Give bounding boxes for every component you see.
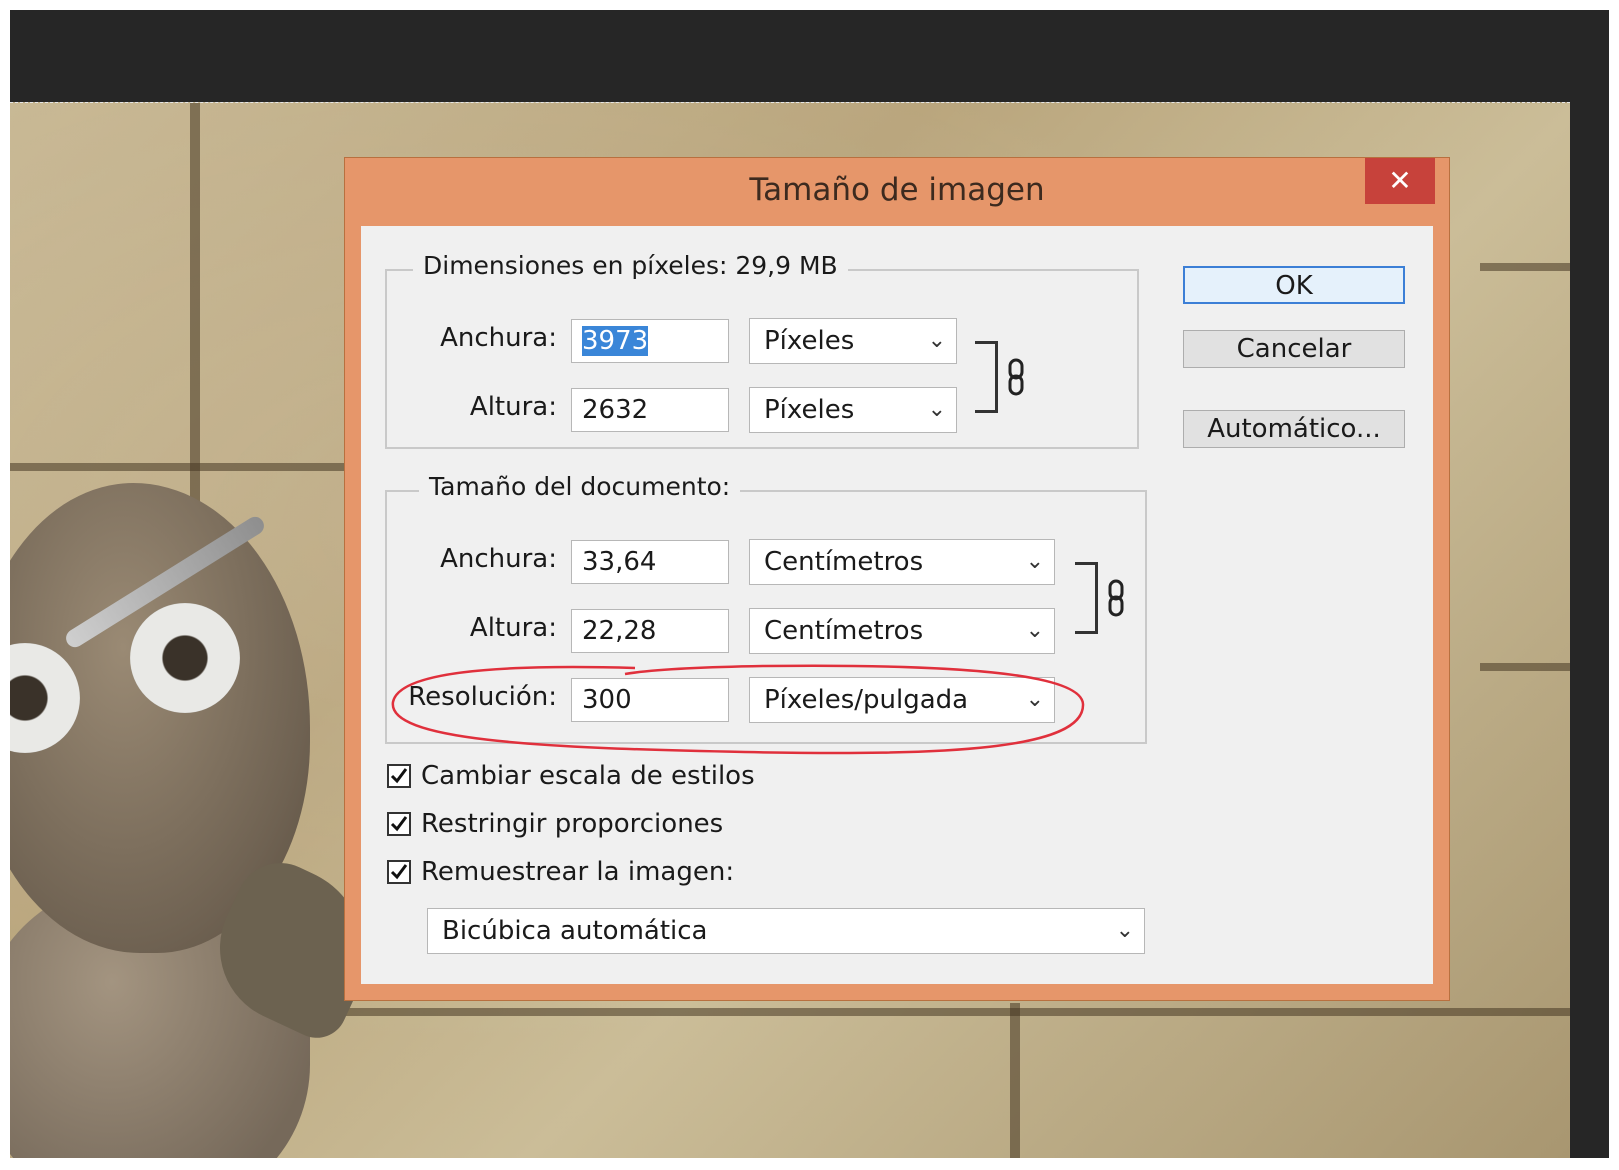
chevron-down-icon: ⌄ xyxy=(1025,687,1044,712)
proportion-link-bracket xyxy=(975,341,998,413)
scale-styles-checkbox[interactable]: Cambiar escala de estilos xyxy=(387,761,755,791)
constrain-proportions-checkbox[interactable]: Restringir proporciones xyxy=(387,809,723,839)
chevron-down-icon: ⌄ xyxy=(1025,618,1044,643)
pixel-dimensions-legend: Dimensiones en píxeles: 29,9 MB xyxy=(413,251,848,280)
resolution-input[interactable]: 300 xyxy=(571,678,729,722)
constrain-proportions-label: Restringir proporciones xyxy=(421,809,724,839)
checkbox-box xyxy=(387,812,411,836)
pixel-height-unit-select[interactable]: Píxeles ⌄ xyxy=(749,387,957,433)
stone-joint xyxy=(310,1008,1570,1016)
checkmark-icon xyxy=(390,768,408,784)
doc-height-value: 22,28 xyxy=(582,616,657,646)
chevron-down-icon: ⌄ xyxy=(927,397,946,422)
scale-styles-label: Cambiar escala de estilos xyxy=(421,761,755,791)
close-button[interactable]: ✕ xyxy=(1365,158,1435,204)
doc-height-label: Altura: xyxy=(469,613,557,643)
auto-button[interactable]: Automático... xyxy=(1183,410,1405,448)
chevron-down-icon: ⌄ xyxy=(1115,918,1134,943)
chain-link-icon xyxy=(1108,579,1124,617)
resolution-label: Resolución: xyxy=(408,682,557,712)
pixel-width-value: 3973 xyxy=(582,326,649,356)
chevron-down-icon: ⌄ xyxy=(927,328,946,353)
resample-method-select[interactable]: Bicúbica automática ⌄ xyxy=(427,908,1145,954)
stone-joint xyxy=(1480,263,1570,271)
pixel-width-input[interactable]: 3973 xyxy=(571,319,729,363)
resolution-value: 300 xyxy=(582,685,632,715)
document-size-legend: Tamaño del documento: xyxy=(419,472,741,501)
resolution-unit-select[interactable]: Píxeles/pulgada ⌄ xyxy=(749,677,1055,723)
stone-joint xyxy=(10,463,350,471)
resolution-unit: Píxeles/pulgada xyxy=(764,685,969,715)
owl-eye-right xyxy=(130,603,240,713)
document-size-group: Tamaño del documento: Anchura: 33,64 Cen… xyxy=(385,472,1147,744)
pixel-dimensions-group: Dimensiones en píxeles: 29,9 MB Anchura:… xyxy=(385,251,1139,449)
doc-height-unit: Centímetros xyxy=(764,616,924,646)
dialog-body: Dimensiones en píxeles: 29,9 MB Anchura:… xyxy=(361,226,1433,984)
dialog-title: Tamaño de imagen xyxy=(749,172,1045,208)
image-size-dialog: Tamaño de imagen ✕ Dimensiones en píxele… xyxy=(345,158,1449,1000)
pixel-width-unit: Píxeles xyxy=(764,326,855,356)
doc-width-unit-select[interactable]: Centímetros ⌄ xyxy=(749,539,1055,585)
chain-link-icon xyxy=(1008,358,1024,396)
ok-button[interactable]: OK xyxy=(1183,266,1405,304)
chevron-down-icon: ⌄ xyxy=(1025,549,1044,574)
stone-joint xyxy=(1480,663,1570,671)
doc-width-unit: Centímetros xyxy=(764,547,924,577)
pixel-height-value: 2632 xyxy=(582,395,649,425)
resample-label: Remuestrear la imagen: xyxy=(421,857,735,887)
doc-height-unit-select[interactable]: Centímetros ⌄ xyxy=(749,608,1055,654)
doc-width-label: Anchura: xyxy=(440,544,557,574)
doc-width-value: 33,64 xyxy=(582,547,657,577)
checkbox-box xyxy=(387,764,411,788)
pixel-height-unit: Píxeles xyxy=(764,395,855,425)
checkmark-icon xyxy=(390,816,408,832)
pixel-height-label: Altura: xyxy=(469,392,557,422)
stone-joint xyxy=(1010,1003,1020,1158)
resample-checkbox[interactable]: Remuestrear la imagen: xyxy=(387,857,734,887)
cancel-button[interactable]: Cancelar xyxy=(1183,330,1405,368)
pixel-height-input[interactable]: 2632 xyxy=(571,388,729,432)
resample-method-value: Bicúbica automática xyxy=(442,916,708,946)
doc-height-input[interactable]: 22,28 xyxy=(571,609,729,653)
pixel-width-label: Anchura: xyxy=(440,323,557,353)
doc-width-input[interactable]: 33,64 xyxy=(571,540,729,584)
checkmark-icon xyxy=(390,864,408,880)
pixel-width-unit-select[interactable]: Píxeles ⌄ xyxy=(749,318,957,364)
proportion-link-bracket xyxy=(1075,562,1098,634)
checkbox-box xyxy=(387,860,411,884)
dialog-titlebar[interactable]: Tamaño de imagen ✕ xyxy=(345,158,1449,224)
